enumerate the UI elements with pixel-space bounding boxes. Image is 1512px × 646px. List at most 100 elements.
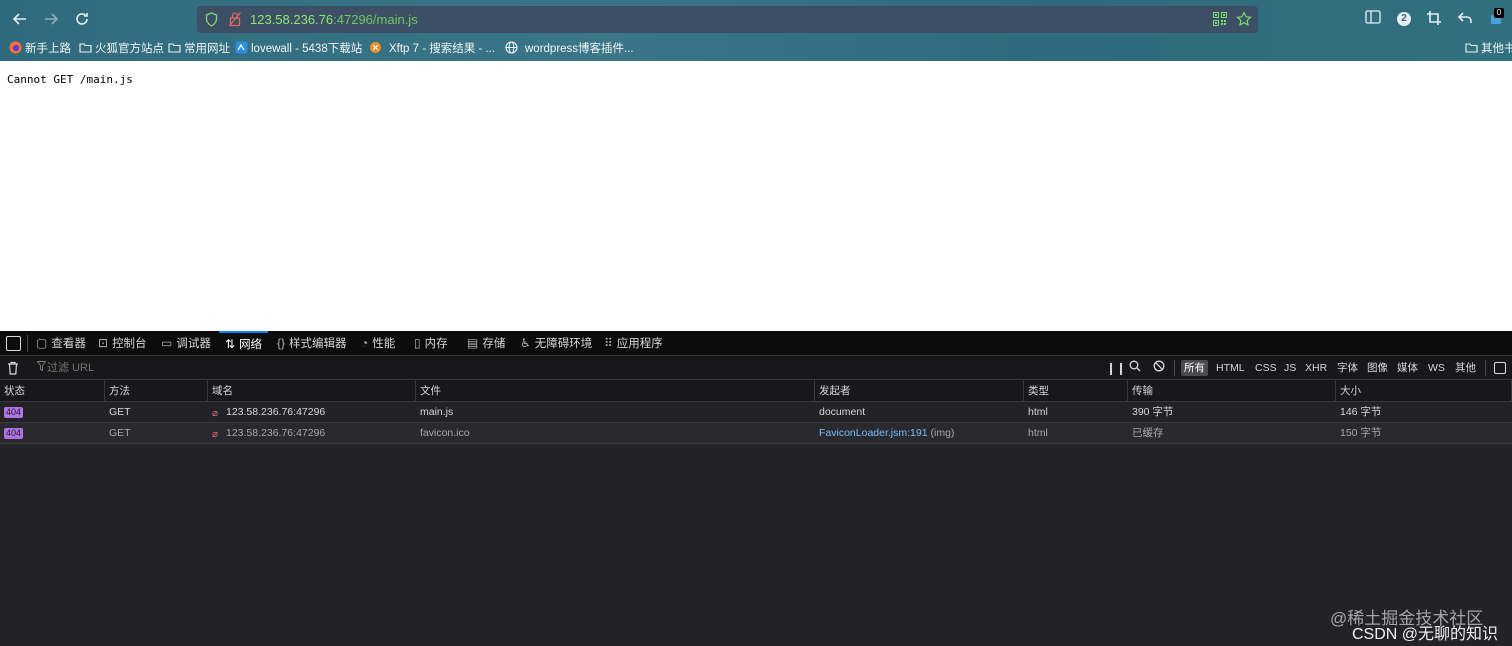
file-cell: favicon.ico: [420, 427, 470, 439]
filter-type-fonts[interactable]: 字体: [1334, 360, 1361, 376]
tab-memory[interactable]: ▯ 内存: [414, 331, 448, 356]
devtools-panel: ▢ 查看器 ⊡ 控制台 ▭ 调试器 ⇅ 网络 {} 样式编辑器 ◔ 性能 ▯ 内存 ▤ 存储 ♿…: [0, 331, 1512, 646]
column-header-file[interactable]: 文件: [416, 380, 815, 401]
table-row[interactable]: 404 GET ⌀ 123.58.236.76:47296 main.js doc…: [0, 402, 1512, 423]
tab-label: 应用程序: [616, 338, 663, 350]
tab-inspector[interactable]: ▢ 查看器: [36, 331, 86, 356]
pause-icon[interactable]: ❙❙: [1106, 360, 1126, 376]
status-cell: 404: [0, 402, 105, 422]
arrow-right-icon: [45, 13, 59, 25]
filter-icon: [36, 361, 47, 374]
network-request-table: 状态 方法 域名 文件 发起者 类型 传输 大小 404 GET ⌀ 123.58…: [0, 380, 1512, 444]
divider: [1485, 360, 1486, 376]
reload-icon: [76, 13, 88, 25]
back-button[interactable]: [10, 9, 30, 29]
crop-icon: [1427, 11, 1441, 25]
qr-code-icon[interactable]: [1213, 12, 1227, 26]
tab-console[interactable]: ⊡ 控制台: [98, 331, 147, 356]
bookmark-label: 新手上路: [25, 43, 71, 55]
tab-accessibility[interactable]: ♿ 无障碍环境: [520, 331, 592, 356]
block-icon[interactable]: [1153, 360, 1165, 376]
bookmark-item[interactable]: lovewall - 5438下载站: [235, 41, 362, 57]
navigation-bar: 123.58.236.76:47296/main.js 2 0: [0, 0, 1512, 38]
address-bar[interactable]: 123.58.236.76:47296/main.js: [197, 6, 1258, 33]
tab-label: 性能: [372, 338, 396, 350]
filter-url-input[interactable]: [27, 359, 1087, 377]
filter-type-all[interactable]: 所有: [1181, 360, 1208, 376]
screenshot-button[interactable]: [1425, 10, 1443, 28]
site-icon: [235, 41, 248, 54]
bookmark-label: wordpress博客插件...: [525, 43, 634, 55]
persist-logs-checkbox[interactable]: [1494, 362, 1506, 374]
bookmark-item[interactable]: Xftp 7 - 搜索结果 - ...: [369, 41, 495, 57]
table-row[interactable]: 404 GET ⌀ 123.58.236.76:47296 favicon.ico…: [0, 423, 1512, 444]
transferred-cell: 390 字节: [1132, 406, 1174, 418]
forward-button[interactable]: [41, 9, 61, 29]
type-cell: html: [1028, 427, 1048, 439]
bookmark-folder[interactable]: 火狐官方站点: [79, 41, 164, 57]
column-header-size[interactable]: 大小: [1336, 380, 1512, 401]
account-badge-button[interactable]: 2: [1397, 12, 1411, 26]
trash-icon: [8, 361, 18, 375]
domain-cell: ⌀ 123.58.236.76:47296: [208, 402, 416, 422]
tab-debugger[interactable]: ▭ 调试器: [161, 331, 211, 356]
filter-type-js[interactable]: JS: [1281, 360, 1299, 376]
clear-requests-icon[interactable]: [7, 361, 19, 378]
initiator-extra: (img): [930, 427, 955, 439]
accessibility-icon: ♿: [520, 336, 531, 350]
bookmark-star-icon[interactable]: [1236, 11, 1252, 27]
tab-application[interactable]: ⠿ 应用程序: [604, 331, 663, 356]
tracking-shield-icon[interactable]: [205, 12, 218, 27]
error-message: Cannot GET /main.js: [7, 73, 133, 86]
bookmark-item[interactable]: 新手上路: [9, 41, 71, 57]
filter-type-media[interactable]: 媒体: [1394, 360, 1421, 376]
filter-type-images[interactable]: 图像: [1364, 360, 1391, 376]
watermark-csdn: CSDN @无聊的知识: [1352, 626, 1499, 643]
column-header-method[interactable]: 方法: [105, 380, 208, 401]
tab-label: 存储: [482, 338, 506, 350]
table-header: 状态 方法 域名 文件 发起者 类型 传输 大小: [0, 380, 1512, 402]
filter-type-html[interactable]: HTML: [1213, 360, 1248, 376]
bookmark-item[interactable]: wordpress博客插件...: [505, 41, 634, 57]
storage-icon: ▤: [467, 336, 479, 350]
column-header-transferred[interactable]: 传输: [1128, 380, 1336, 401]
size-cell: 146 字节: [1340, 406, 1382, 418]
undo-close-tab-button[interactable]: [1456, 10, 1474, 28]
divider: [1174, 360, 1175, 376]
filter-type-other[interactable]: 其他: [1452, 360, 1479, 376]
column-header-type[interactable]: 类型: [1024, 380, 1128, 401]
tab-network[interactable]: ⇅ 网络: [219, 331, 269, 356]
other-bookmarks-folder[interactable]: 其他书: [1465, 41, 1512, 57]
tab-style-editor[interactable]: {} 样式编辑器: [277, 331, 347, 356]
bookmark-label: 火狐官方站点: [95, 43, 164, 55]
column-header-initiator[interactable]: 发起者: [815, 380, 1024, 401]
bookmarks-toolbar: 新手上路 火狐官方站点 常用网址 lovewall - 5438下载站 Xftp…: [0, 38, 1512, 60]
browser-chrome: 123.58.236.76:47296/main.js 2 0 新手上路 火狐官…: [0, 0, 1512, 61]
tab-performance[interactable]: ◔ 性能: [361, 331, 395, 356]
insecure-icon: ⌀: [212, 408, 219, 419]
debugger-icon: ▭: [161, 336, 173, 350]
url-path: :47296/main.js: [333, 12, 418, 27]
folder-icon: [1465, 43, 1478, 53]
filter-type-ws[interactable]: WS: [1425, 360, 1448, 376]
column-header-domain[interactable]: 域名: [208, 380, 416, 401]
bookmark-label: lovewall - 5438下载站: [251, 43, 363, 55]
reload-button[interactable]: [72, 9, 92, 29]
tab-label: 调试器: [176, 338, 211, 350]
filter-type-css[interactable]: CSS: [1252, 360, 1280, 376]
url-host: 123.58.236.76: [250, 12, 334, 27]
tab-storage[interactable]: ▤ 存储: [467, 331, 505, 356]
method-cell: GET: [109, 427, 131, 439]
element-picker-icon[interactable]: [6, 336, 21, 351]
tab-label: 样式编辑器: [289, 338, 347, 350]
column-header-status[interactable]: 状态: [0, 380, 105, 401]
initiator-link[interactable]: FaviconLoader.jsm:191: [819, 427, 928, 439]
search-icon[interactable]: [1129, 360, 1141, 376]
page-content: Cannot GET /main.js: [0, 61, 1512, 331]
insecure-lock-icon[interactable]: [229, 11, 241, 27]
url-text[interactable]: 123.58.236.76:47296/main.js: [250, 12, 418, 27]
undo-icon: [1457, 12, 1472, 23]
filter-type-xhr[interactable]: XHR: [1302, 360, 1330, 376]
sidebar-toggle-button[interactable]: [1364, 10, 1382, 28]
bookmark-folder[interactable]: 常用网址: [168, 41, 230, 57]
